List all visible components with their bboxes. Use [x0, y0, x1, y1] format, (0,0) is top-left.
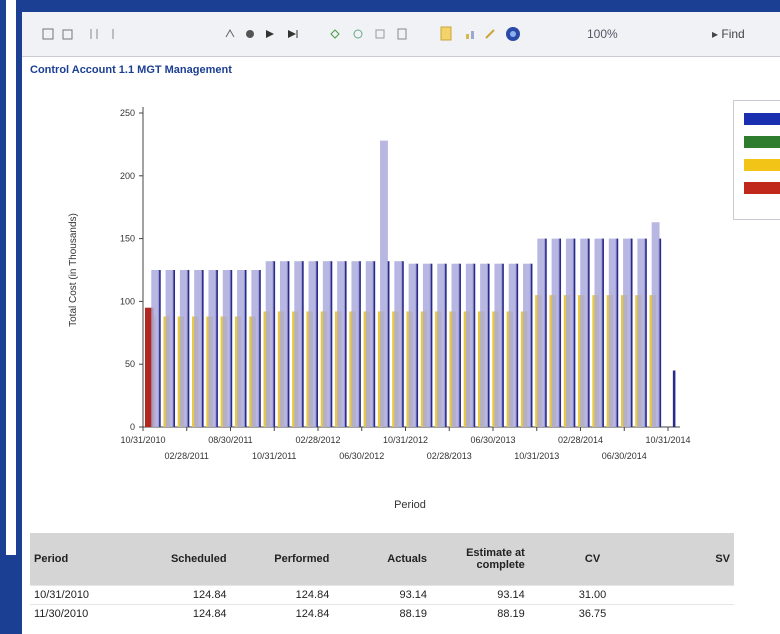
cell-sv: [656, 604, 734, 623]
x-tick-label: 02/28/2014: [558, 435, 603, 445]
x-axis-label: Period: [394, 499, 426, 511]
cell-actuals: 88.19: [333, 604, 432, 623]
x-tick-label: 10/31/2010: [120, 435, 165, 445]
bar: [637, 238, 646, 427]
cell-sv: [656, 585, 734, 605]
bar: [672, 370, 676, 427]
bar: [380, 140, 388, 427]
bar: [437, 263, 446, 427]
bar: [308, 261, 317, 427]
x-tick-label: 10/31/2012: [383, 435, 428, 445]
col-scheduled[interactable]: Scheduled: [127, 533, 231, 586]
chart-bars: [145, 140, 676, 427]
bar: [165, 270, 174, 427]
cell-performed: 124.84: [230, 604, 334, 623]
bar: [279, 261, 288, 427]
bar: [322, 261, 331, 427]
x-tick-label: 02/28/2012: [295, 435, 340, 445]
bar: [294, 261, 303, 427]
bar: [623, 238, 631, 427]
x-tick-label: 10/31/2014: [645, 435, 690, 445]
cell-actuals: 93.14: [333, 585, 432, 605]
bar: [608, 238, 617, 427]
legend-swatch-3: [744, 159, 780, 171]
cell-scheduled: 124.84: [127, 585, 231, 605]
col-sv[interactable]: SV: [656, 533, 734, 586]
cell-performed: 124.84: [230, 585, 334, 605]
bar: [394, 261, 403, 427]
cell-scheduled: 124.84: [127, 604, 231, 623]
bar: [594, 238, 603, 427]
x-tick-label: 08/30/2011: [208, 435, 252, 445]
bar: [651, 222, 660, 427]
col-cv[interactable]: CV: [528, 533, 657, 586]
cell-eac: 88.19: [431, 604, 529, 623]
x-tick-label: 02/28/2011: [165, 451, 209, 461]
table-row: 11/30/2010 124.84 124.84 88.19 88.19 36.…: [30, 604, 734, 623]
table-header-row: Period Scheduled Performed Actuals Estim…: [30, 533, 734, 586]
bar: [351, 261, 360, 427]
bar: [194, 270, 203, 427]
bar: [465, 263, 474, 427]
chart-legend: [733, 100, 780, 220]
bar: [494, 263, 503, 427]
cell-period: 11/30/2010: [30, 604, 128, 623]
cell-cv: 36.75: [528, 604, 657, 623]
bar: [365, 261, 374, 427]
bar: [451, 263, 460, 427]
bar: [565, 238, 574, 427]
x-tick-label: 06/30/2012: [339, 451, 384, 461]
col-estimate-at-complete[interactable]: Estimate at complete: [431, 533, 529, 586]
bar: [408, 263, 417, 427]
x-axis: 10/31/201002/28/2011 08/30/201110/31/2011…: [120, 427, 691, 461]
bar: [251, 270, 260, 427]
x-tick-label: 02/28/2013: [427, 451, 472, 461]
x-tick-label: 10/31/2011: [252, 451, 296, 461]
bar-chart: 0 50 100 150 200 250 10/31/201002/28/2011 08/3…: [68, 107, 691, 511]
col-performed[interactable]: Performed: [230, 533, 334, 586]
bar: [208, 270, 217, 427]
bar: [580, 238, 589, 427]
bar: [508, 263, 517, 427]
bar: [422, 263, 431, 427]
y-tick-label: 150: [120, 234, 135, 244]
x-tick-label: 06/30/2014: [602, 451, 647, 461]
bar: [151, 270, 160, 427]
col-actuals[interactable]: Actuals: [333, 533, 432, 586]
bar: [222, 270, 231, 427]
bar: [537, 238, 546, 427]
y-axis-label: Total Cost (in Thousands): [68, 213, 79, 327]
x-tick-label: 06/30/2013: [470, 435, 515, 445]
bar: [551, 238, 560, 427]
bar: [237, 270, 245, 427]
cell-cv: 31.00: [528, 585, 657, 605]
bar: [523, 263, 531, 427]
x-tick-label: 10/31/2013: [514, 451, 559, 461]
cost-table: Period Scheduled Performed Actuals Estim…: [30, 533, 734, 623]
bar: [179, 270, 188, 427]
y-tick-label: 100: [120, 296, 135, 306]
legend-swatch-1: [744, 113, 780, 125]
y-tick-label: 50: [125, 359, 135, 369]
bar: [265, 261, 274, 427]
y-tick-label: 250: [120, 108, 135, 118]
legend-swatch-2: [744, 136, 780, 148]
y-tick-label: 0: [130, 422, 135, 432]
bar: [337, 261, 346, 427]
y-tick-label: 200: [120, 171, 135, 181]
table-row: 10/31/2010 124.84 124.84 93.14 93.14 31.…: [30, 585, 734, 605]
cell-eac: 93.14: [431, 585, 529, 605]
bar: [480, 263, 488, 427]
col-period[interactable]: Period: [30, 533, 128, 586]
cell-period: 10/31/2010: [30, 585, 128, 605]
legend-swatch-4: [744, 182, 780, 194]
